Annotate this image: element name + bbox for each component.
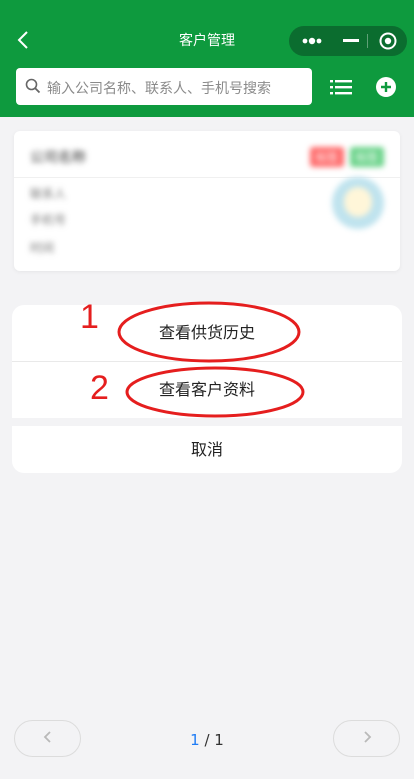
annotation-number-1: 1 bbox=[80, 298, 99, 336]
search-placeholder: 输入公司名称、联系人、手机号搜索 bbox=[47, 81, 271, 97]
divider bbox=[12, 418, 402, 426]
current-page: 1 bbox=[190, 731, 200, 749]
search-input[interactable]: 输入公司名称、联系人、手机号搜索 bbox=[16, 68, 312, 105]
avatar bbox=[332, 177, 384, 229]
chevron-right-icon bbox=[362, 728, 372, 749]
add-circle-icon[interactable] bbox=[375, 76, 397, 98]
view-supply-history-button[interactable]: 查看供货历史 bbox=[12, 305, 402, 361]
total-pages: 1 bbox=[214, 731, 224, 749]
view-customer-profile-button[interactable]: 查看客户资料 bbox=[12, 362, 402, 418]
page-separator: / bbox=[199, 731, 215, 749]
status-badge: 标签 bbox=[310, 147, 344, 167]
card-divider bbox=[14, 177, 400, 178]
annotation-number-2: 2 bbox=[90, 369, 109, 407]
action-sheet: 查看供货历史 查看客户资料 取消 bbox=[12, 305, 402, 473]
company-name: 公司名称 bbox=[30, 150, 86, 166]
minimize-icon[interactable] bbox=[334, 26, 367, 56]
next-page-button[interactable] bbox=[333, 720, 400, 757]
customer-card[interactable]: 公司名称 标签 标签 联系人 手机号 时间 bbox=[14, 131, 400, 271]
contact-line: 联系人 bbox=[30, 187, 67, 201]
top-bar: 客户管理 输入公司名称、联系人、手机号搜索 bbox=[0, 0, 414, 117]
list-icon[interactable] bbox=[330, 76, 352, 98]
cancel-button[interactable]: 取消 bbox=[12, 426, 402, 473]
phone-line: 手机号 bbox=[30, 213, 67, 227]
search-icon bbox=[25, 78, 41, 98]
target-close-icon[interactable] bbox=[368, 26, 407, 56]
status-badge: 标签 bbox=[350, 147, 384, 167]
more-dots-icon[interactable] bbox=[289, 26, 334, 56]
time-line: 时间 bbox=[30, 241, 55, 255]
mini-program-capsule bbox=[289, 26, 407, 56]
